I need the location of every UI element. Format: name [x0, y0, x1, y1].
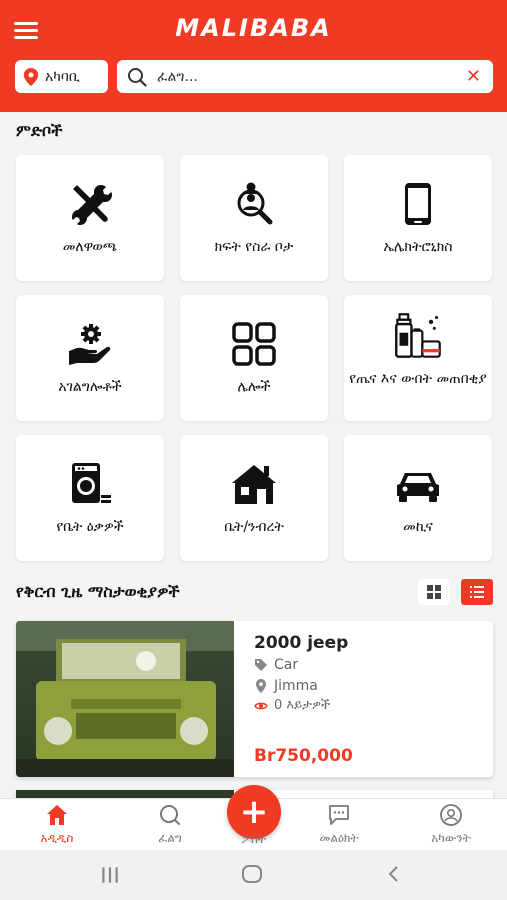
back-icon[interactable]: [384, 864, 404, 884]
search-input[interactable]: ፈልግ... ✕: [117, 60, 493, 93]
nav-label: ፈልግ: [158, 831, 182, 845]
listing-category: Car: [254, 657, 298, 673]
grid-view-icon: [427, 585, 441, 599]
cosmetics-icon: [395, 313, 441, 358]
category-label: መለዋወጫ: [62, 239, 118, 255]
listing-card[interactable]: 2000 jeep Car Jimma 0 እይታዎች Br750,000: [16, 621, 493, 777]
listing-location-text: Jimma: [274, 678, 318, 694]
category-open-jobs[interactable]: ክፍት የስራ ቦታ: [180, 155, 328, 281]
home-icon: [47, 805, 67, 825]
search-icon: [160, 805, 180, 825]
listing-title: 2000 jeep: [254, 633, 349, 653]
nav-search[interactable]: ፈልግ: [125, 803, 215, 846]
category-spare-parts[interactable]: መለዋወጫ: [16, 155, 164, 281]
category-label: ክፍት የስራ ቦታ: [214, 239, 294, 255]
listing-category-text: Car: [274, 657, 299, 673]
plus-icon: +: [239, 792, 269, 832]
nav-label: አካውንት: [431, 831, 471, 845]
category-services[interactable]: አገልግሎቶች: [16, 295, 164, 421]
washing-machine-icon: [72, 463, 111, 503]
job-search-icon: [237, 182, 273, 225]
post-button[interactable]: +: [227, 785, 281, 839]
nav-new[interactable]: አዲዲስ: [12, 803, 102, 846]
message-icon: [329, 805, 349, 825]
category-label: መኪና: [403, 519, 433, 535]
search-placeholder: ፈልግ...: [157, 68, 198, 85]
category-label: ቤት/ንብረት: [224, 519, 284, 535]
listing-views-text: 0 እይታዎች: [274, 698, 331, 713]
location-button[interactable]: አካባቢ: [15, 60, 108, 93]
location-pin-icon: [23, 67, 39, 86]
category-label: ሌሎች: [237, 379, 271, 395]
nav-label: መልዕክት: [319, 831, 359, 845]
category-label: የጤና እና ውበት መጠበቂያ: [349, 371, 487, 387]
list-view-button[interactable]: [461, 579, 493, 605]
app-header: MALIBABA አካባቢ ፈልግ... ✕: [0, 0, 507, 112]
categories-title: ምድቦች: [16, 121, 63, 140]
home-button-icon[interactable]: [241, 863, 263, 885]
smartphone-icon: [405, 183, 431, 225]
nav-label: ፖስት: [241, 832, 267, 846]
search-icon: [128, 67, 147, 87]
recent-apps-icon[interactable]: [99, 864, 121, 886]
app-logo: MALIBABA: [175, 14, 332, 42]
listing-price: Br750,000: [254, 746, 353, 766]
category-house-property[interactable]: ቤት/ንብረት: [180, 435, 328, 561]
system-nav-bar: [0, 850, 507, 900]
tag-icon: [255, 659, 267, 671]
category-label: የቤት ዕቃዎች: [56, 519, 124, 535]
nav-label: አዲዲስ: [40, 831, 74, 845]
clear-icon[interactable]: ✕: [466, 66, 481, 87]
category-health-beauty[interactable]: የጤና እና ውበት መጠበቂያ: [344, 295, 492, 421]
house-icon: [232, 465, 276, 504]
category-household-items[interactable]: የቤት ዕቃዎች: [16, 435, 164, 561]
eye-icon: [254, 702, 268, 709]
grid-view-button[interactable]: [418, 579, 450, 605]
account-icon: [440, 804, 462, 826]
grid-icon: [232, 322, 276, 366]
location-pin-icon: [256, 679, 266, 693]
list-view-icon: [470, 586, 484, 598]
car-icon: [397, 473, 439, 502]
category-label: አገልግሎቶች: [58, 379, 122, 395]
tools-icon: [72, 185, 112, 225]
recent-ads-title: የቅርብ ጊዜ ማስታወቂያዎች: [16, 582, 180, 601]
location-label: አካባቢ: [45, 68, 80, 85]
listing-photo: [16, 621, 234, 777]
nav-messages[interactable]: መልዕክት: [294, 803, 384, 846]
category-electronics[interactable]: ኤሌክትሮኒክስ: [344, 155, 492, 281]
listing-views: 0 እይታዎች: [254, 698, 330, 713]
category-label: ኤሌክትሮኒክስ: [383, 239, 453, 255]
listing-location: Jimma: [254, 678, 318, 694]
category-car[interactable]: መኪና: [344, 435, 492, 561]
category-others[interactable]: ሌሎች: [180, 295, 328, 421]
service-hand-gear-icon: [69, 324, 111, 365]
nav-account[interactable]: አካውንት: [406, 803, 496, 846]
